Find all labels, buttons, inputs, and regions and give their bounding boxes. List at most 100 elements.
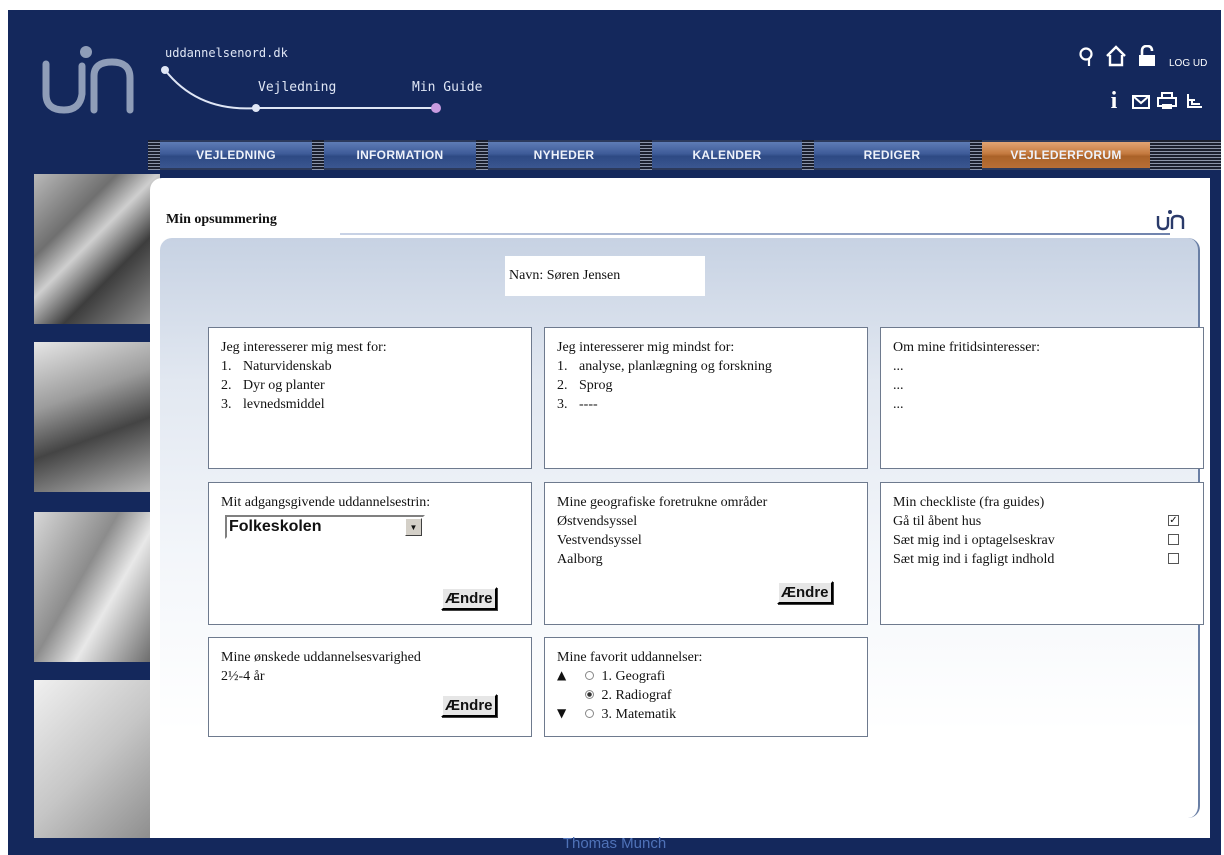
- app-frame: uddannelsenord.dk Vejledning Min Guide L…: [8, 10, 1221, 855]
- hobbies-title: Om mine fritidsinteresser:: [893, 340, 1040, 355]
- page-title: Min opsummering: [166, 212, 277, 227]
- hobbies-box: Om mine fritidsinteresser: ... ... ...: [880, 327, 1204, 469]
- checkbox-unchecked[interactable]: [1168, 534, 1179, 545]
- nav-separator: [802, 140, 814, 170]
- favorite-item: ▲ 1. Geografi: [557, 667, 855, 686]
- list-number: 1.: [221, 359, 232, 374]
- lock-icon[interactable]: [1136, 44, 1158, 68]
- content-panel: Min opsummering Navn: Søren Jensen Jeg i…: [150, 178, 1210, 838]
- duration-box: Mine ønskede uddannelsesvarighed 2½-4 år…: [208, 637, 532, 737]
- checklist-label: Sæt mig ind i fagligt indhold: [893, 552, 1055, 567]
- main-nav: VEJLEDNING INFORMATION NYHEDER KALENDER …: [148, 140, 1221, 170]
- name-display: Navn: Søren Jensen: [505, 256, 705, 296]
- list-text: ----: [579, 397, 598, 412]
- checklist-item: Sæt mig ind i optagelseskrav: [893, 531, 1191, 550]
- footer-author: Thomas Munch: [562, 835, 667, 852]
- hobbies-line: ...: [893, 397, 904, 412]
- favorite-label: 3. Matematik: [601, 707, 677, 722]
- list-item: 1. analyse, planlægning og forskning: [557, 357, 855, 376]
- regions-title: Mine geografiske foretrukne områder: [557, 495, 768, 510]
- photo-cooks: [34, 174, 160, 324]
- tab-information[interactable]: INFORMATION: [324, 142, 476, 168]
- favorites-title: Mine favorit uddannelser:: [557, 650, 703, 665]
- chevron-down-icon[interactable]: ▼: [405, 518, 422, 536]
- summary-area: Navn: Søren Jensen Jeg interesserer mig …: [160, 238, 1204, 818]
- radio-unselected[interactable]: [585, 709, 594, 718]
- checklist-item: Sæt mig ind i fagligt indhold: [893, 550, 1191, 569]
- site-logo-small: [1156, 210, 1185, 231]
- sitemap-icon[interactable]: [1184, 90, 1206, 112]
- favorite-item: 2. Radiograf: [557, 686, 855, 705]
- change-education-button[interactable]: Ændre: [441, 587, 497, 610]
- checkbox-unchecked[interactable]: [1168, 553, 1179, 564]
- list-number: 3.: [557, 397, 568, 412]
- nav-separator: [312, 140, 324, 170]
- print-icon[interactable]: [1156, 90, 1178, 112]
- logout-button[interactable]: LOG UD: [1169, 58, 1207, 69]
- favorites-box: Mine favorit uddannelser: ▲ 1. Geografi …: [544, 637, 868, 737]
- change-regions-button[interactable]: Ændre: [777, 581, 833, 604]
- mail-icon[interactable]: [1130, 92, 1152, 112]
- hobbies-line: ...: [893, 359, 904, 374]
- list-text: analyse, planlægning og forskning: [579, 359, 772, 374]
- nav-separator: [640, 140, 652, 170]
- change-duration-button[interactable]: Ændre: [441, 694, 497, 717]
- education-level-value: Folkeskolen: [229, 518, 322, 535]
- checklist-label: Sæt mig ind i optagelseskrav: [893, 533, 1055, 548]
- move-up-icon[interactable]: ▲: [557, 668, 566, 682]
- list-text: levnedsmiddel: [243, 397, 325, 412]
- list-item: 2. Sprog: [557, 376, 855, 395]
- favorite-label: 1. Geografi: [601, 669, 666, 684]
- list-item: 1. Naturvidenskab: [221, 357, 519, 376]
- move-down-icon[interactable]: ▼: [557, 706, 566, 720]
- education-level-select[interactable]: Folkeskolen ▼: [225, 515, 425, 539]
- home-icon[interactable]: [1104, 44, 1128, 68]
- hobbies-line: ...: [893, 378, 904, 393]
- favorite-item: ▼ 3. Matematik: [557, 705, 855, 724]
- checklist-box: Min checkliste (fra guides) Gå til åbent…: [880, 482, 1204, 625]
- region-item: Østvendsyssel: [557, 514, 638, 529]
- interests-least-title: Jeg interesserer mig mindst for:: [557, 340, 735, 355]
- list-number: 2.: [221, 378, 232, 393]
- checklist-item: Gå til åbent hus ✓: [893, 512, 1191, 531]
- tab-nyheder[interactable]: NYHEDER: [488, 142, 640, 168]
- duration-title: Mine ønskede uddannelsesvarighed: [221, 650, 421, 665]
- list-item: 3. levnedsmiddel: [221, 395, 519, 414]
- list-number: 1.: [557, 359, 568, 374]
- region-item: Vestvendsyssel: [557, 533, 642, 548]
- favorite-label: 2. Radiograf: [601, 688, 672, 703]
- list-number: 3.: [221, 397, 232, 412]
- interests-least-box: Jeg interesserer mig mindst for: 1. analy…: [544, 327, 868, 469]
- info-icon[interactable]: i: [1106, 88, 1122, 114]
- heading-divider: [340, 233, 1170, 235]
- tab-rediger[interactable]: REDIGER: [814, 142, 970, 168]
- site-logo[interactable]: [34, 36, 146, 118]
- list-text: Naturvidenskab: [243, 359, 332, 374]
- list-number: 2.: [557, 378, 568, 393]
- nav-separator: [476, 140, 488, 170]
- region-item: Aalborg: [557, 552, 603, 567]
- duration-value: 2½-4 år: [221, 669, 265, 684]
- radio-unselected[interactable]: [585, 671, 594, 680]
- education-level-box: Mit adgangsgivende uddannelsestrin: Folk…: [208, 482, 532, 625]
- education-level-title: Mit adgangsgivende uddannelsestrin:: [221, 495, 431, 510]
- list-item: 2. Dyr og planter: [221, 376, 519, 395]
- breadcrumb-min-guide[interactable]: Min Guide: [412, 80, 482, 95]
- breadcrumb-vejledning[interactable]: Vejledning: [258, 80, 336, 95]
- list-item: 3. ----: [557, 395, 855, 414]
- tab-vejlederforum[interactable]: VEJLEDERFORUM: [982, 142, 1150, 168]
- tab-vejledning[interactable]: VEJLEDNING: [160, 142, 312, 168]
- interests-most-title: Jeg interesserer mig mest for:: [221, 340, 387, 355]
- photo-rails: [34, 342, 160, 492]
- site-name-link[interactable]: uddannelsenord.dk: [165, 46, 288, 60]
- tab-kalender[interactable]: KALENDER: [652, 142, 802, 168]
- nav-separator: [1150, 140, 1221, 170]
- nav-separator: [970, 140, 982, 170]
- radio-selected[interactable]: [585, 690, 594, 699]
- interests-most-box: Jeg interesserer mig mest for: 1. Naturvi…: [208, 327, 532, 469]
- regions-box: Mine geografiske foretrukne områder Østv…: [544, 482, 868, 625]
- checkbox-checked[interactable]: ✓: [1168, 515, 1179, 526]
- nav-separator: [148, 140, 160, 170]
- list-text: Sprog: [579, 378, 613, 393]
- search-icon[interactable]: [1076, 46, 1098, 68]
